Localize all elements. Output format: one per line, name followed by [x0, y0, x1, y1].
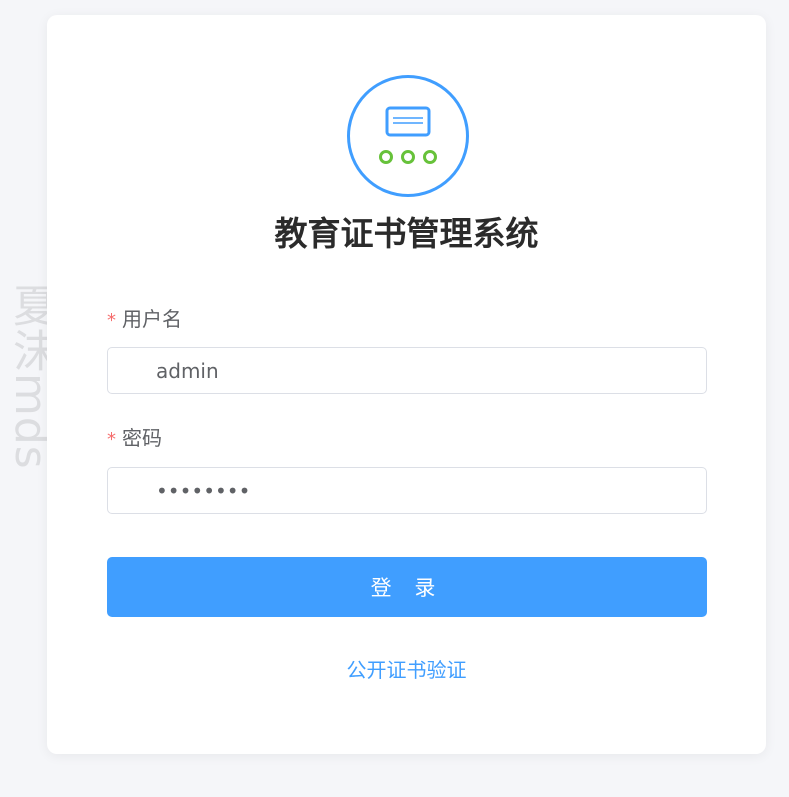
password-field-box: [107, 467, 707, 514]
login-button[interactable]: 登 录: [107, 557, 707, 617]
password-label: * 密码: [107, 424, 162, 454]
username-label: * 用户名: [107, 305, 182, 335]
login-card: 教育证书管理系统 * 用户名 * 密码 登 录 公开证书验证: [47, 15, 766, 754]
password-label-text: 密码: [122, 426, 162, 450]
page-title: 教育证书管理系统: [274, 214, 539, 253]
required-mark: *: [107, 310, 116, 331]
certificate-icon: [347, 75, 469, 197]
username-field-box: [107, 347, 707, 394]
username-input[interactable]: [108, 348, 706, 393]
required-mark: *: [107, 429, 116, 450]
public-certificate-verify-link[interactable]: 公开证书验证: [47, 655, 766, 685]
password-input[interactable]: [108, 468, 706, 513]
username-label-text: 用户名: [122, 307, 182, 331]
